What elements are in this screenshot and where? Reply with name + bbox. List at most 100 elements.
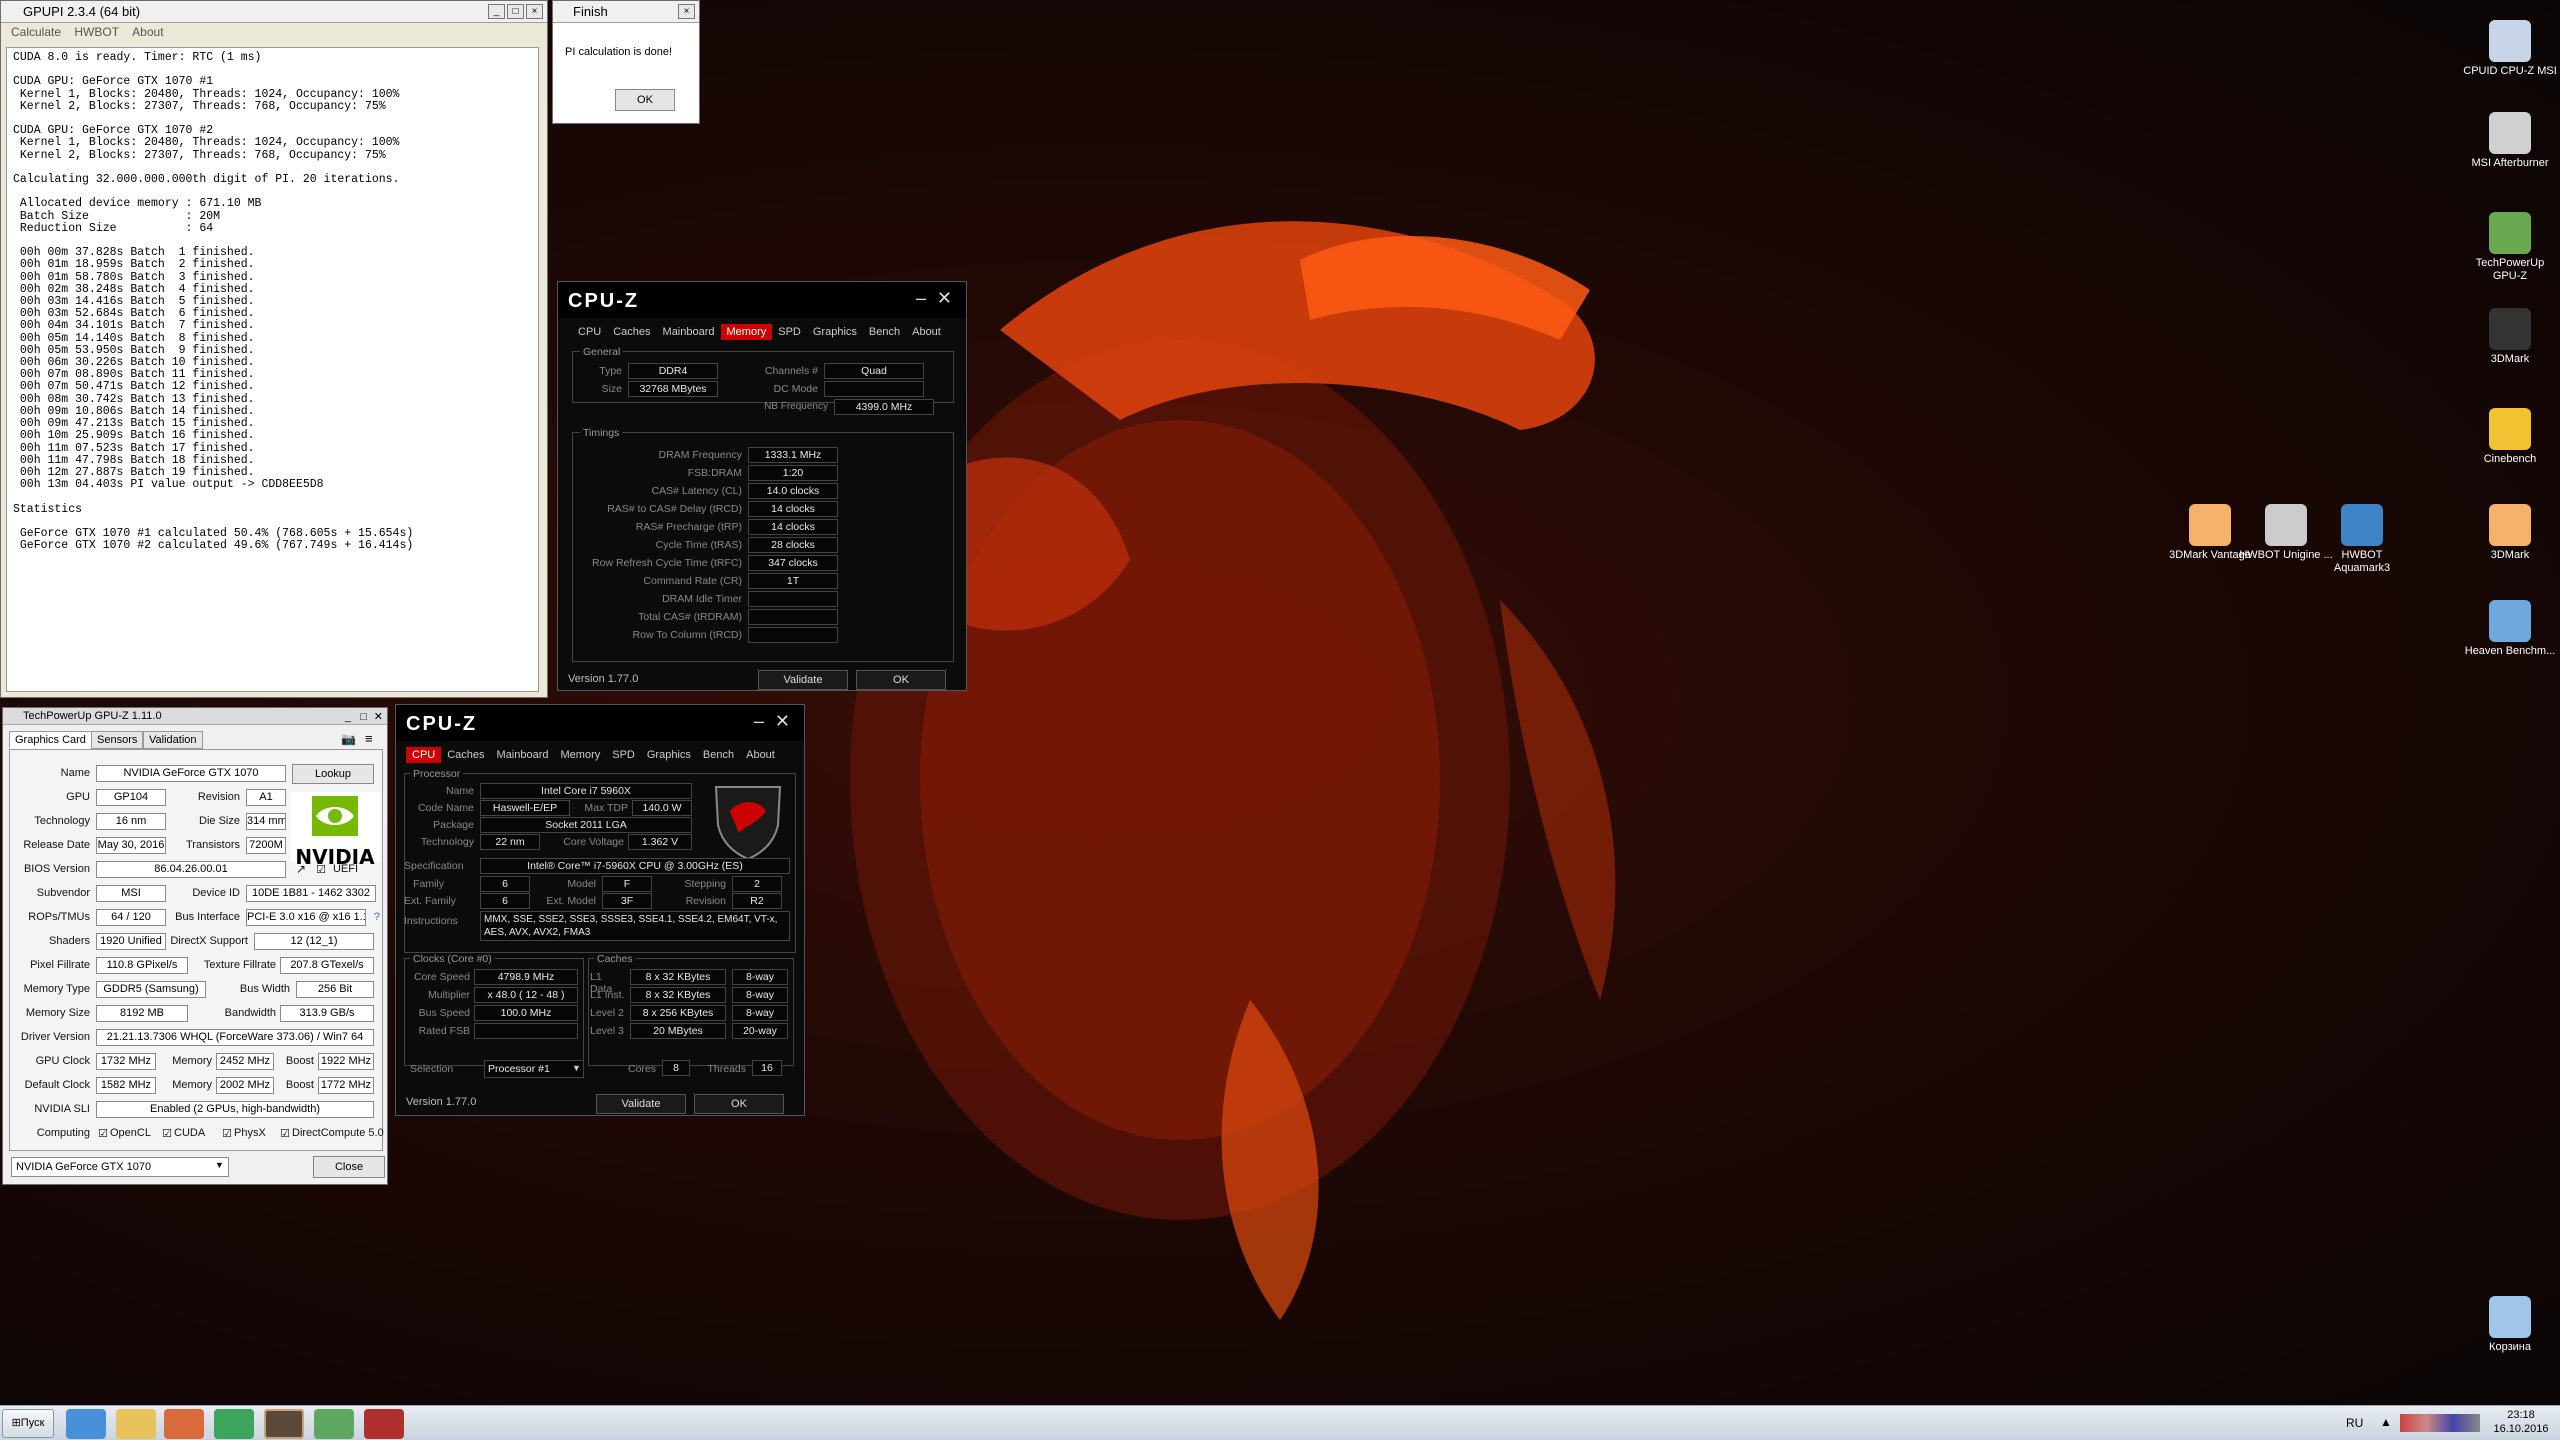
timing-value <box>748 627 838 643</box>
tab-memory[interactable]: Memory <box>555 747 607 763</box>
desktop-shortcut[interactable]: TechPowerUp GPU-Z <box>2462 212 2558 283</box>
tab-validation[interactable]: Validation <box>143 731 203 749</box>
tray-arrow-icon[interactable]: ▲ <box>2380 1415 2392 1429</box>
minimize-icon[interactable]: – <box>916 288 926 309</box>
core-voltage-label: Core Voltage <box>563 836 624 848</box>
shortcut-icon <box>2489 112 2531 154</box>
directcompute-checkbox[interactable]: ☑ <box>278 1127 290 1140</box>
internet-explorer-icon[interactable] <box>66 1409 106 1439</box>
tab-sensors[interactable]: Sensors <box>91 731 144 749</box>
gpupi-task-icon[interactable] <box>264 1409 304 1439</box>
close-icon[interactable]: ✕ <box>374 709 383 726</box>
cpuz-version: Version 1.77.0 <box>406 1096 477 1108</box>
max-tdp-label: Max TDP <box>584 802 628 814</box>
gpuz-task-icon[interactable] <box>314 1409 354 1439</box>
memory-type-value: GDDR5 (Samsung) <box>96 981 206 998</box>
desktop-shortcut[interactable]: Heaven Benchm... <box>2462 600 2558 658</box>
desktop-shortcut[interactable]: HWBOT Aquamark3 <box>2314 504 2410 575</box>
gpuz-titlebar[interactable]: TechPowerUp GPU-Z 1.11.0 _ □ ✕ <box>3 708 387 725</box>
menu-icon[interactable]: ≡ <box>365 731 373 746</box>
shortcut-icon <box>2489 20 2531 62</box>
timing-label: RAS# Precharge (tRP) <box>635 521 742 533</box>
lookup-button[interactable]: Lookup <box>292 764 374 784</box>
ok-button[interactable]: OK <box>856 670 946 690</box>
maximize-icon[interactable]: □ <box>360 709 367 726</box>
tab-spd[interactable]: SPD <box>606 747 641 763</box>
physx-checkbox[interactable]: ☑ <box>220 1127 232 1140</box>
opencl-checkbox[interactable]: ☑ <box>96 1127 108 1140</box>
validate-button[interactable]: Validate <box>758 670 848 690</box>
tab-cpu[interactable]: CPU <box>572 324 607 340</box>
validate-button[interactable]: Validate <box>596 1094 686 1114</box>
desktop-shortcut[interactable]: 3DMark <box>2462 308 2558 366</box>
clock-time[interactable]: 23:18 <box>2488 1409 2554 1421</box>
cuda-checkbox[interactable]: ☑ <box>160 1127 172 1140</box>
start-button[interactable]: ⊞Пуск <box>2 1409 54 1438</box>
minimize-icon[interactable]: _ <box>488 4 505 19</box>
tab-graphics[interactable]: Graphics <box>641 747 697 763</box>
language-indicator[interactable]: RU <box>2346 1416 2363 1430</box>
desktop-shortcut[interactable]: Cinebench <box>2462 408 2558 466</box>
chrome-icon[interactable] <box>214 1409 254 1439</box>
model-label: Model <box>567 878 596 890</box>
stepping-value: 2 <box>732 876 782 892</box>
share-icon[interactable]: ↗ <box>292 862 306 876</box>
close-icon[interactable]: × <box>678 4 695 19</box>
tab-graphics-card[interactable]: Graphics Card <box>9 731 92 749</box>
finish-ok-button[interactable]: OK <box>615 89 675 111</box>
tab-graphics[interactable]: Graphics <box>807 324 863 340</box>
camera-icon[interactable]: 📷 <box>341 732 356 746</box>
close-button[interactable]: Close <box>313 1156 385 1178</box>
clock-date[interactable]: 16.10.2016 <box>2488 1423 2554 1435</box>
finish-titlebar[interactable]: Finish × <box>553 1 699 23</box>
close-icon[interactable]: ✕ <box>775 711 790 732</box>
tab-mainboard[interactable]: Mainboard <box>657 324 721 340</box>
help-icon[interactable]: ? <box>368 911 380 923</box>
tab-mainboard[interactable]: Mainboard <box>491 747 555 763</box>
explorer-folder-icon[interactable] <box>116 1409 156 1439</box>
media-player-icon[interactable] <box>164 1409 204 1439</box>
cores-value: 8 <box>662 1060 690 1076</box>
menu-hwbot[interactable]: HWBOT <box>74 25 118 39</box>
menu-about[interactable]: About <box>132 25 163 39</box>
family-value: 6 <box>480 876 530 892</box>
tab-caches[interactable]: Caches <box>607 324 656 340</box>
timing-label: RAS# to CAS# Delay (tRCD) <box>607 503 742 515</box>
processor-select[interactable]: Processor #1 <box>484 1060 584 1078</box>
minimize-icon[interactable]: _ <box>345 709 351 726</box>
maximize-icon[interactable]: □ <box>507 4 524 19</box>
cpuz-titlebar[interactable]: CPU-Z – ✕ <box>558 282 966 318</box>
menu-calculate[interactable]: Calculate <box>11 25 61 39</box>
cache-size-value: 8 x 256 KBytes <box>630 1005 726 1021</box>
physx-label: PhysX <box>234 1127 266 1139</box>
tab-caches[interactable]: Caches <box>441 747 490 763</box>
timing-label: CAS# Latency (CL) <box>651 485 742 497</box>
cpuz-titlebar[interactable]: CPU-Z – ✕ <box>396 705 804 741</box>
gpupi-titlebar[interactable]: GPUPI 2.3.4 (64 bit) _ □ × <box>1 1 547 23</box>
tab-spd[interactable]: SPD <box>772 324 807 340</box>
tab-about[interactable]: About <box>740 747 781 763</box>
desktop-shortcut[interactable]: CPUID CPU-Z MSI <box>2462 20 2558 78</box>
system-tray-icons[interactable] <box>2400 1414 2480 1432</box>
tab-bench[interactable]: Bench <box>697 747 740 763</box>
chevron-down-icon[interactable]: ▼ <box>572 1063 581 1073</box>
tab-memory[interactable]: Memory <box>720 324 773 340</box>
tab-cpu[interactable]: CPU <box>406 747 442 763</box>
desktop-shortcut[interactable]: 3DMark <box>2462 504 2558 562</box>
minimize-icon[interactable]: – <box>754 711 764 732</box>
gpu-select[interactable]: NVIDIA GeForce GTX 1070 <box>11 1157 229 1177</box>
name-value: Intel Core i7 5960X <box>480 783 692 799</box>
desktop-shortcut[interactable]: MSI Afterburner <box>2462 112 2558 170</box>
ok-button[interactable]: OK <box>694 1094 784 1114</box>
chevron-down-icon[interactable]: ▼ <box>215 1160 224 1170</box>
timing-label: Row To Column (tRCD) <box>632 629 743 641</box>
transistors-label: Transistors <box>186 839 240 851</box>
opencl-label: OpenCL <box>110 1127 151 1139</box>
tab-bench[interactable]: Bench <box>863 324 906 340</box>
close-icon[interactable]: × <box>526 4 543 19</box>
desktop-shortcut[interactable]: Корзина <box>2462 1296 2558 1354</box>
tab-about[interactable]: About <box>906 324 947 340</box>
cpuz-task-icon[interactable] <box>364 1409 404 1439</box>
technology-value: 22 nm <box>480 834 540 850</box>
close-icon[interactable]: ✕ <box>937 288 952 309</box>
